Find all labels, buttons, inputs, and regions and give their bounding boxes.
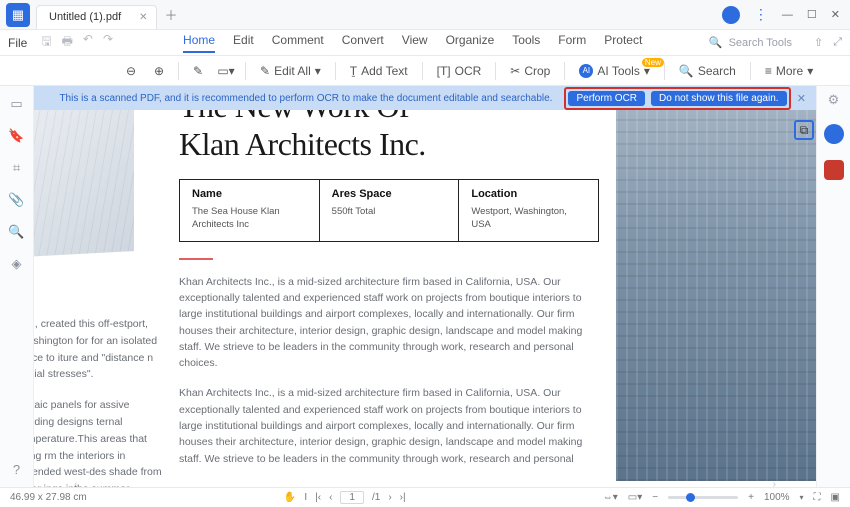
perform-ocr-button[interactable]: Perform OCR [568,91,645,106]
th-location: Location [471,188,586,200]
info-table: Name The Sea House Klan Architects Inc A… [179,179,599,242]
td-area: 550ft Total [332,206,447,218]
tab-view[interactable]: View [402,33,428,53]
zoom-out-sb-icon[interactable]: − [652,492,658,503]
select-tool-icon[interactable]: I [304,492,307,503]
minimize-button[interactable]: — [782,9,793,21]
app-logo-icon: ▦ [6,3,30,27]
highlight-icon[interactable]: ✎ [187,60,209,82]
comments-icon[interactable]: ⌗ [13,160,20,176]
edit-all-button[interactable]: ✎ Edit All▾ [254,62,327,80]
hero-image [616,86,816,481]
user-avatar-icon[interactable] [722,6,740,24]
left-sidebar: ▭ 🔖 ⌗ 📎 🔍 ◈ ? [0,86,34,487]
page-number-input[interactable]: 1 [340,491,364,504]
new-tab-button[interactable]: ＋ [165,5,178,24]
undo-icon[interactable]: ↶ [83,32,93,53]
properties-icon[interactable]: ⚙ [828,92,840,108]
fit-page-icon[interactable]: ⛶ [814,492,821,503]
close-window-button[interactable]: ✕ [831,8,840,21]
crop-button[interactable]: ✂ Crop [504,62,556,80]
search-tools-input[interactable]: 🔍 Search Tools [709,36,792,49]
fit-width-icon[interactable]: ⇔▾ [603,492,618,503]
tab-title: Untitled (1).pdf [49,11,121,23]
help-icon[interactable]: ? [13,462,20,477]
kebab-menu-icon[interactable]: ⋮ [754,6,768,23]
search-icon: 🔍 [709,36,723,49]
file-menu[interactable]: File [8,36,27,50]
first-page-icon[interactable]: |‹ [315,492,321,503]
more-button[interactable]: ≡ More▾ [759,62,819,80]
tab-home[interactable]: Home [183,33,215,53]
page-total: /1 [372,492,380,503]
tab-edit[interactable]: Edit [233,33,254,53]
scroll-left-icon[interactable]: ‹ [74,479,77,485]
redo-icon[interactable]: ↷ [103,32,113,53]
ocr-notice-bar: This is a scanned PDF, and it is recomme… [34,86,816,110]
ribbon-toolbar: ⊖ ⊕ ✎ ▭▾ ✎ Edit All▾ Ṯ Add Text [T] OCR … [0,56,850,86]
statusbar: 46.99 x 27.98 cm ✋ I |‹ ‹ 1 /1 › ›| ⇔▾ ▭… [0,487,850,507]
zoom-slider[interactable] [668,496,738,499]
zoom-in-sb-icon[interactable]: + [748,492,754,503]
zoom-in-icon[interactable]: ⊕ [148,60,170,82]
maximize-button[interactable]: ☐ [807,8,817,21]
next-page-icon[interactable]: › [388,492,391,503]
dont-show-button[interactable]: Do not show this file again. [651,91,787,106]
read-mode-icon[interactable]: ▣ [831,492,840,503]
tab-organize[interactable]: Organize [446,33,495,53]
search-button[interactable]: 🔍 Search [673,62,742,80]
search-panel-icon[interactable]: 🔍 [8,224,24,240]
last-page-icon[interactable]: ›| [400,492,406,503]
ocr-button[interactable]: [T] OCR [431,62,488,80]
thumbnails-icon[interactable]: ▭ [10,96,22,112]
td-location: Westport, Washington, USA [471,206,586,231]
page-dimensions: 46.99 x 27.98 cm [10,492,87,503]
tab-protect[interactable]: Protect [604,33,642,53]
expand-icon[interactable]: ⤢ [833,36,842,49]
attachments-icon[interactable]: 📎 [8,192,24,208]
prev-page-icon[interactable]: ‹ [329,492,332,503]
bookmarks-icon[interactable]: 🔖 [8,128,24,144]
doc-title-line2: Klan Architects Inc. [179,128,609,162]
tab-comment[interactable]: Comment [272,33,324,53]
side-image [34,101,134,257]
shape-icon[interactable]: ▭▾ [215,60,237,82]
th-area: Ares Space [332,188,447,200]
tab-convert[interactable]: Convert [342,33,384,53]
zoom-out-icon[interactable]: ⊖ [120,60,142,82]
scroll-right-icon[interactable]: › [773,479,776,485]
tab-tools[interactable]: Tools [512,33,540,53]
protect-badge-icon[interactable]: ⧉ [794,120,814,140]
titlebar: ▦ Untitled (1).pdf ✕ ＋ ⋮ — ☐ ✕ [0,0,850,30]
tab-form[interactable]: Form [558,33,586,53]
upload-icon[interactable]: ⇧ [814,36,823,49]
search-placeholder: Search Tools [729,37,792,49]
view-mode-icon[interactable]: ▭▾ [628,492,642,503]
ai-tools-button[interactable]: AI AI Tools▾ New [573,62,656,80]
td-name: The Sea House Klan Architects Inc [192,206,307,231]
notice-close-icon[interactable]: ✕ [797,92,806,105]
accent-rule [179,258,213,260]
notice-message: This is a scanned PDF, and it is recomme… [59,93,552,104]
right-sidebar: ⚙ [816,86,850,487]
menubar: File 🖫 🖶 ↶ ↷ Home Edit Comment Convert V… [0,30,850,56]
print-icon[interactable]: 🖶 [62,32,73,53]
pdf-page: ⧉ Inc., created this off-estport, Washin… [34,86,816,487]
document-tab[interactable]: Untitled (1).pdf ✕ [36,5,157,29]
ai-sidebar-icon[interactable] [824,124,844,144]
layers-icon[interactable]: ◈ [12,256,22,272]
hand-tool-icon[interactable]: ✋ [284,492,296,503]
close-tab-icon[interactable]: ✕ [139,12,147,23]
left-cut-text: Inc., created this off-estport, Washingt… [34,316,168,487]
ai-chat-icon[interactable] [824,160,844,180]
document-canvas[interactable]: This is a scanned PDF, and it is recomme… [34,86,816,487]
save-icon[interactable]: 🖫 [41,32,51,53]
add-text-button[interactable]: Ṯ Add Text [344,62,414,80]
zoom-percent[interactable]: 100% [764,492,790,503]
paragraph-1: Khan Architects Inc., is a mid-sized arc… [179,274,594,372]
paragraph-2: Khan Architects Inc., is a mid-sized arc… [179,385,594,466]
th-name: Name [192,188,307,200]
